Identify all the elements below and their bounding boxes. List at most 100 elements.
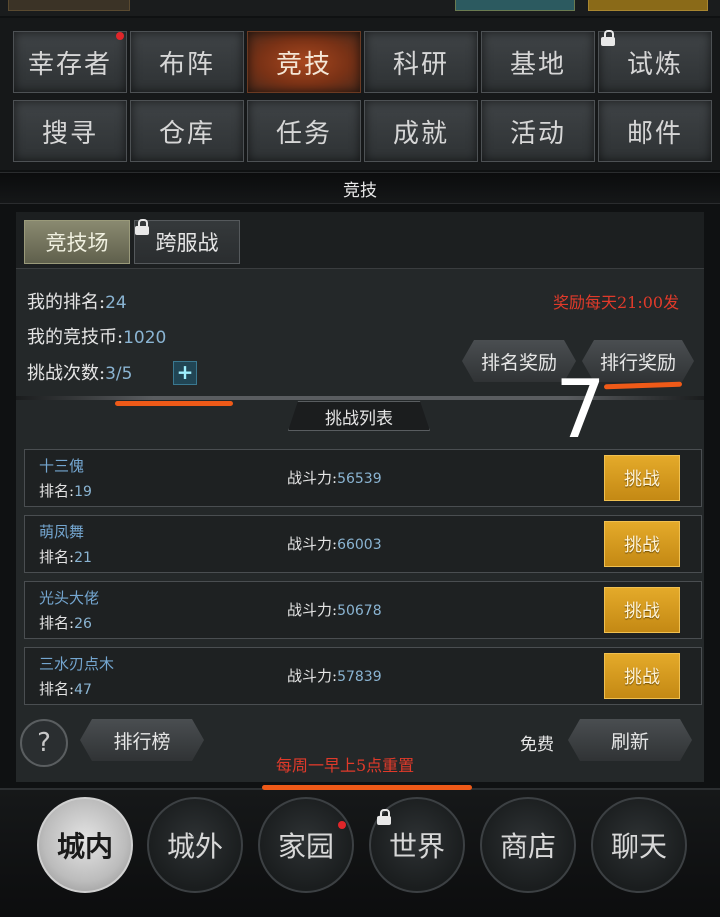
menu-item-label: 邮件	[626, 118, 683, 149]
opponent-name: 三水刃点木	[39, 655, 115, 673]
nav-world[interactable]: 世界	[369, 797, 465, 893]
opponent-power: 战斗力:57839	[287, 665, 382, 686]
challenge-button[interactable]: 挑战	[604, 587, 680, 633]
challenge-list-title-text: 挑战列表	[325, 408, 393, 429]
opponent-power: 战斗力:56539	[287, 467, 382, 488]
nav-label: 城内	[56, 830, 113, 863]
top-left-button[interactable]	[8, 0, 130, 11]
menu-item-base[interactable]: 基地	[481, 31, 595, 93]
opponent-row: 萌凤舞 排名:21 战斗力:66003 挑战	[24, 515, 702, 573]
opponent-name: 萌凤舞	[39, 523, 85, 541]
power-value: 57839	[337, 669, 382, 685]
menu-item-label: 科研	[392, 49, 449, 80]
menu-item-missions[interactable]: 任务	[247, 100, 361, 162]
rank-prefix: 排名:	[39, 548, 75, 566]
opponent-power: 战斗力:66003	[287, 533, 382, 554]
opponent-rank: 排名:47	[39, 678, 92, 699]
nav-label: 世界	[388, 830, 445, 863]
annotation-underline-attempts	[115, 401, 233, 406]
menu-item-events[interactable]: 活动	[481, 100, 595, 162]
power-prefix: 战斗力:	[287, 469, 338, 487]
menu-item-trial[interactable]: 试炼	[598, 30, 712, 93]
power-prefix: 战斗力:	[287, 535, 338, 553]
add-attempts-button[interactable]: +	[173, 361, 197, 385]
opponent-power: 战斗力:50678	[287, 599, 382, 620]
power-value: 56539	[337, 471, 382, 487]
menu-item-label: 试炼	[626, 49, 683, 80]
my-rank-label: 我的排名:	[27, 292, 106, 313]
help-button[interactable]: ?	[20, 719, 68, 767]
lock-icon	[135, 219, 149, 235]
opponent-name: 十三傀	[39, 457, 85, 475]
lock-icon	[377, 809, 391, 825]
section-title: 竞技	[343, 181, 377, 201]
rank-value: 19	[74, 484, 92, 500]
top-teal-button[interactable]	[455, 0, 575, 11]
tab-cross-server[interactable]: 跨服战	[134, 219, 240, 264]
opponent-row: 十三傀 排名:19 战斗力:56539 挑战	[24, 449, 702, 507]
annotation-number: 7	[555, 363, 606, 456]
nav-label: 聊天	[610, 830, 667, 863]
nav-city-inside[interactable]: 城内	[37, 797, 133, 893]
tab-label: 竞技场	[45, 231, 109, 255]
rank-prefix: 排名:	[39, 482, 75, 500]
arena-coins-label: 我的竞技币:	[27, 327, 124, 348]
menu-item-label: 竞技	[275, 49, 332, 80]
menu-item-achievements[interactable]: 成就	[364, 100, 478, 162]
lock-icon	[601, 30, 615, 46]
opponent-rank: 排名:26	[39, 612, 92, 633]
power-value: 66003	[337, 537, 382, 553]
refresh-button[interactable]: 刷新	[568, 719, 692, 761]
arena-coins-value: 1020	[123, 328, 167, 348]
rank-prefix: 排名:	[39, 614, 75, 632]
menu-item-search[interactable]: 搜寻	[13, 100, 127, 162]
menu-item-survivors[interactable]: 幸存者	[13, 31, 127, 93]
opponent-name: 光头大佬	[39, 589, 100, 607]
menu-item-arena[interactable]: 竞技	[247, 31, 361, 93]
rank-value: 26	[74, 616, 92, 632]
attempts-value: 3/5	[105, 364, 133, 384]
rank-reward-label: 排名奖励	[480, 351, 557, 374]
nav-homeland[interactable]: 家园	[258, 797, 354, 893]
opponent-rank: 排名:19	[39, 480, 92, 501]
nav-label: 城外	[166, 830, 223, 863]
nav-chat[interactable]: 聊天	[591, 797, 687, 893]
weekly-reset-note: 每周一早上5点重置	[276, 756, 415, 775]
leaderboard-label: 排行榜	[113, 730, 171, 753]
notification-dot	[338, 821, 346, 829]
ranking-reward-label: 排行奖励	[599, 351, 676, 374]
menu-item-warehouse[interactable]: 仓库	[130, 100, 244, 162]
top-gold-button[interactable]	[588, 0, 708, 11]
leaderboard-button[interactable]: 排行榜	[80, 719, 204, 761]
my-rank-value: 24	[105, 293, 127, 313]
menu-item-research[interactable]: 科研	[364, 31, 478, 93]
power-prefix: 战斗力:	[287, 601, 338, 619]
challenge-button[interactable]: 挑战	[604, 455, 680, 501]
rank-value: 47	[74, 682, 92, 698]
annotation-underline-reset	[262, 785, 472, 790]
challenge-button[interactable]: 挑战	[604, 521, 680, 567]
menu-item-label: 基地	[509, 49, 566, 80]
tab-label: 跨服战	[155, 231, 219, 255]
challenge-button[interactable]: 挑战	[604, 653, 680, 699]
menu-item-label: 仓库	[158, 118, 215, 149]
menu-item-formation[interactable]: 布阵	[130, 31, 244, 93]
challenge-attempts: 挑战次数:3/5	[27, 359, 132, 385]
menu-item-label: 搜寻	[41, 118, 98, 149]
my-arena-coins: 我的竞技币:1020	[27, 323, 166, 349]
menu-item-mail[interactable]: 邮件	[598, 100, 712, 162]
rank-prefix: 排名:	[39, 680, 75, 698]
free-refresh-label: 免费	[520, 735, 554, 755]
menu-item-label: 布阵	[158, 49, 215, 80]
nav-shop[interactable]: 商店	[480, 797, 576, 893]
power-prefix: 战斗力:	[287, 667, 338, 685]
reward-time-note: 奖励每天21:00发	[553, 293, 680, 312]
notification-dot	[116, 32, 124, 40]
tab-arena[interactable]: 竞技场	[24, 220, 130, 264]
power-value: 50678	[337, 603, 382, 619]
refresh-label: 刷新	[610, 730, 649, 753]
nav-city-outside[interactable]: 城外	[147, 797, 243, 893]
menu-item-label: 幸存者	[27, 49, 112, 80]
attempts-label: 挑战次数:	[27, 363, 106, 384]
opponent-rank: 排名:21	[39, 546, 92, 567]
